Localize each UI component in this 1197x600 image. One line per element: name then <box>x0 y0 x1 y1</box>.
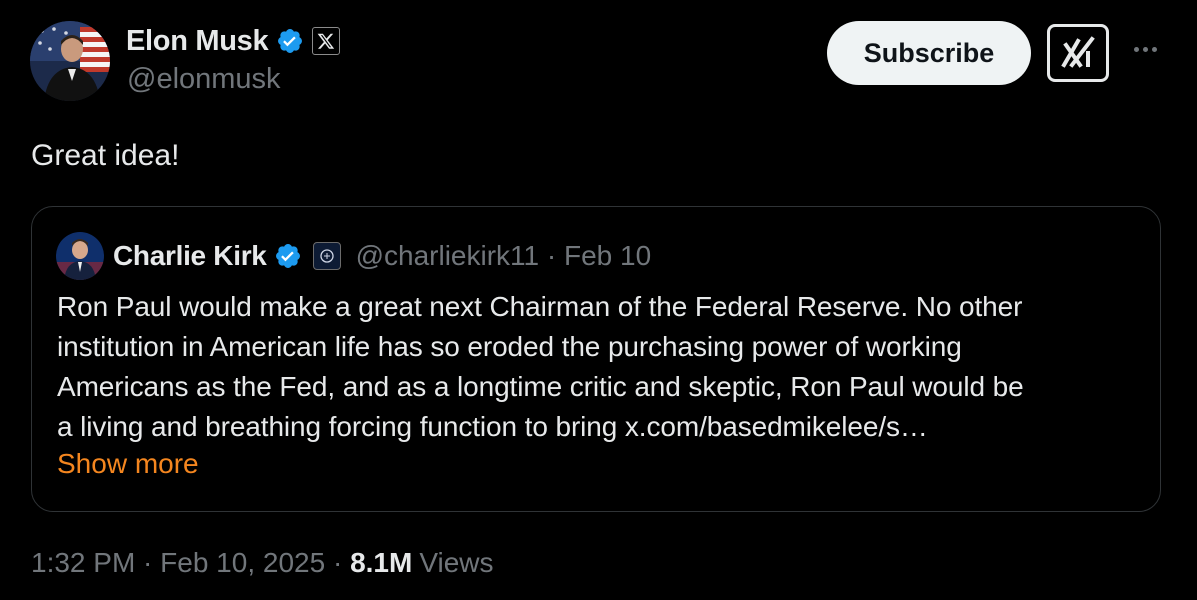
quoted-tweet-text: Ron Paul would make a great next Chairma… <box>57 291 1024 442</box>
show-more-link[interactable]: Show more <box>57 448 199 480</box>
subscribe-button[interactable]: Subscribe <box>827 21 1031 85</box>
tweet-footer: 1:32 PM · Feb 10, 2025 · 8.1M Views <box>31 547 494 579</box>
more-icon[interactable] <box>1128 32 1162 66</box>
quoted-handle-date[interactable]: @charliekirk11 · Feb 10 <box>356 240 652 272</box>
x-logo-icon[interactable] <box>312 27 341 55</box>
author-name-row: Elon Musk <box>126 22 341 60</box>
quoted-author-name[interactable]: Charlie Kirk <box>113 240 267 272</box>
author-avatar[interactable] <box>30 21 110 101</box>
quoted-verified-badge-icon[interactable] <box>274 242 302 270</box>
grok-icon[interactable] <box>1047 24 1109 82</box>
author-name[interactable]: Elon Musk <box>126 25 269 58</box>
quoted-tweet-header: Charlie Kirk @charliekirk11 · Feb 10 <box>113 236 651 276</box>
tweet-timestamp[interactable]: 1:32 PM · Feb 10, 2025 · <box>31 547 350 579</box>
author-handle[interactable]: @elonmusk <box>127 63 281 96</box>
quoted-author-avatar[interactable] <box>56 232 104 280</box>
views-count: 8.1M <box>350 547 413 578</box>
tweet-text: Great idea! <box>31 139 180 172</box>
tpusa-badge-icon[interactable] <box>312 242 341 270</box>
views-label: Views <box>419 547 494 578</box>
verified-badge-icon[interactable] <box>276 27 304 55</box>
